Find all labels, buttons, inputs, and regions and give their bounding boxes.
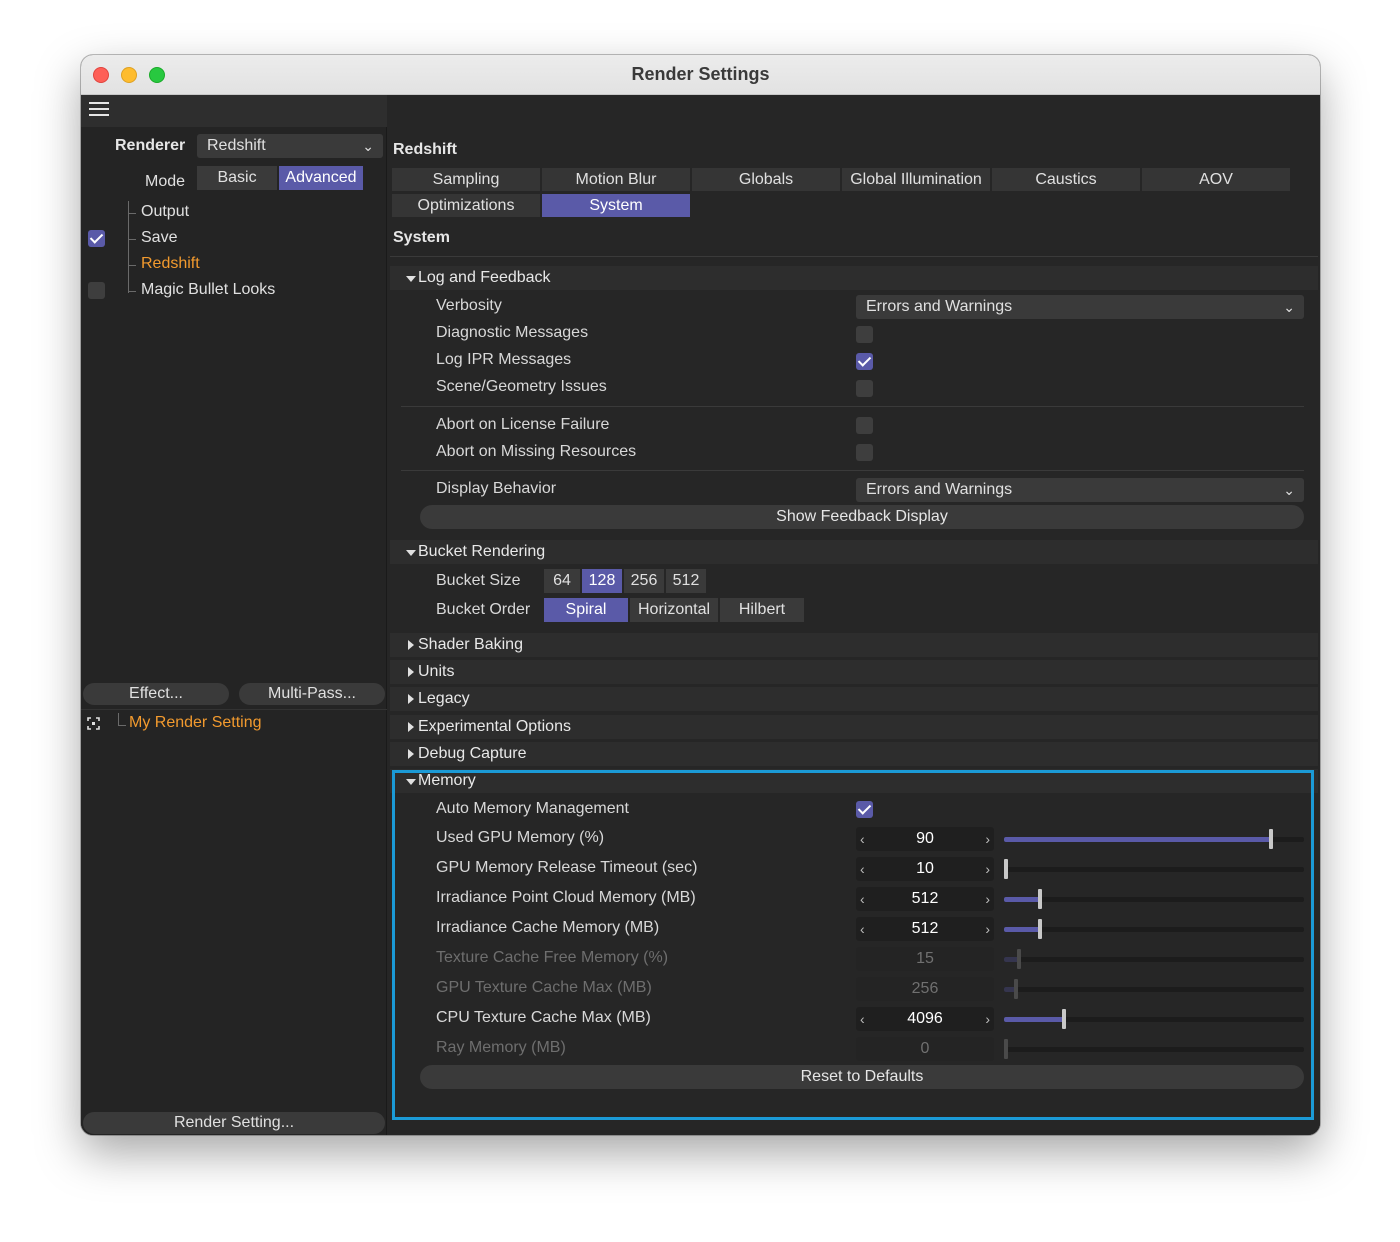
collapsed-triangle-icon [408,748,414,759]
mode-advanced-button[interactable]: Advanced [279,166,363,190]
chevron-down-icon: ⌄ [362,138,374,154]
collapsed-triangle-icon [408,694,414,705]
chevron-down-icon: ⌄ [1283,299,1295,315]
legacy-section-header[interactable]: Legacy [390,687,1318,712]
log-feedback-title: Log and Feedback [418,269,551,286]
tab-optimizations[interactable]: Optimizations [392,194,540,217]
verbosity-dropdown[interactable]: Errors and Warnings ⌄ [856,295,1304,319]
abort-license-checkbox[interactable] [856,417,873,434]
group-divider [401,470,1304,471]
memory-highlight-frame [392,770,1314,1120]
bucket-size-512-button[interactable]: 512 [666,569,706,593]
right-panel: Redshift Sampling Motion Blur Globals Globa… [388,95,1320,1135]
tab-aov[interactable]: AOV [1142,168,1290,191]
collapsed-triangle-icon [408,721,414,732]
left-panel: Renderer Redshift ⌄ Mode Basic Advanced O… [81,95,387,1135]
bucket-order-horizontal-button[interactable]: Horizontal [630,598,718,622]
multi-pass-button[interactable]: Multi-Pass... [239,683,385,705]
render-setting-target-icon[interactable] [87,717,100,730]
bucket-size-64-button[interactable]: 64 [544,569,580,593]
units-section-header[interactable]: Units [390,660,1318,685]
tab-sampling[interactable]: Sampling [392,168,540,191]
scene-geometry-issues-checkbox[interactable] [856,380,873,397]
group-divider [401,406,1304,407]
bucket-size-256-button[interactable]: 256 [624,569,664,593]
log-ipr-messages-label: Log IPR Messages [436,351,572,368]
bucket-size-128-button[interactable]: 128 [582,569,622,593]
section-title-text: Experimental Options [418,717,571,735]
section-title-text: Units [418,663,455,681]
abort-missing-checkbox[interactable] [856,444,873,461]
tree-item-redshift[interactable]: Redshift [141,255,200,273]
title-bar: Render Settings [81,55,1320,95]
window-title: Render Settings [631,64,770,84]
show-feedback-display-button[interactable]: Show Feedback Display [420,505,1304,529]
log-feedback-section-header[interactable]: Log and Feedback [390,266,1318,290]
effect-button[interactable]: Effect... [83,683,229,705]
section-divider [390,256,1318,257]
tree-connector [128,239,136,240]
abort-license-label: Abort on License Failure [436,416,610,433]
tree-item-magic-bullet-looks[interactable]: Magic Bullet Looks [141,281,275,299]
renderer-label: Renderer [115,137,186,154]
section-title-text: Legacy [418,690,470,708]
debug-capture-section-header[interactable]: Debug Capture [390,741,1318,766]
bucket-order-hilbert-button[interactable]: Hilbert [720,598,804,622]
scene-geometry-issues-label: Scene/Geometry Issues [436,378,607,395]
tree-item-output[interactable]: Output [141,203,189,221]
tree-connector [128,201,129,293]
bucket-rendering-title: Bucket Rendering [418,543,546,560]
section-title-text: Shader Baking [418,636,523,653]
bucket-size-label: Bucket Size [436,572,521,589]
renderer-value: Redshift [207,137,266,154]
tree-item-save[interactable]: Save [141,229,177,247]
tree-connector [128,213,136,214]
tree-connector [118,713,119,725]
tree-item-checkbox[interactable] [88,230,105,247]
collapsed-triangle-icon [408,640,414,650]
renderer-dropdown[interactable]: Redshift ⌄ [197,134,383,158]
diagnostic-messages-label: Diagnostic Messages [436,324,589,341]
tree-connector [128,291,136,292]
bucket-order-spiral-button[interactable]: Spiral [544,598,628,622]
hamburger-menu-icon[interactable] [89,102,109,118]
section-title: System [393,229,450,246]
bucket-order-segmented-control: Spiral Horizontal Hilbert [544,598,806,622]
render-setting-name[interactable]: My Render Setting [129,714,262,732]
tab-global-illumination[interactable]: Global Illumination [842,168,990,191]
abort-missing-label: Abort on Missing Resources [436,443,637,460]
mode-basic-button[interactable]: Basic [197,166,277,190]
collapsed-triangle-icon [408,667,414,678]
chevron-down-icon: ⌄ [1283,482,1295,498]
tree-item-checkbox[interactable] [88,282,105,299]
experimental-options-section-header[interactable]: Experimental Options [390,714,1318,739]
render-settings-window: Render Settings Renderer Redshift ⌄ Mode… [81,55,1320,1135]
mode-segmented-control: Basic Advanced [197,166,365,190]
expanded-triangle-icon [406,550,416,556]
section-title-text: Debug Capture [418,744,527,762]
tab-system[interactable]: System [542,194,690,217]
display-behavior-value: Errors and Warnings [866,481,1013,498]
tree-connector [118,725,126,726]
diagnostic-messages-checkbox[interactable] [856,326,873,343]
display-behavior-dropdown[interactable]: Errors and Warnings ⌄ [856,478,1304,502]
shader-baking-section-header[interactable]: Shader Baking [390,633,1318,657]
expanded-triangle-icon [406,276,416,282]
tab-motion-blur[interactable]: Motion Blur [542,168,690,191]
left-divider [81,709,387,710]
mode-label: Mode [145,173,186,190]
tab-globals[interactable]: Globals [692,168,840,191]
bucket-order-label: Bucket Order [436,601,531,618]
verbosity-value: Errors and Warnings [866,298,1013,315]
left-toolbar [81,95,387,127]
bucket-rendering-section-header[interactable]: Bucket Rendering [390,540,1318,564]
tree-connector [128,265,136,266]
render-setting-button[interactable]: Render Setting... [83,1112,385,1134]
display-behavior-label: Display Behavior [436,480,557,497]
bucket-size-segmented-control: 64 128 256 512 [544,569,708,593]
renderer-heading: Redshift [393,141,457,158]
tab-caustics[interactable]: Caustics [992,168,1140,191]
log-ipr-messages-checkbox[interactable] [856,353,873,370]
verbosity-label: Verbosity [436,297,502,314]
